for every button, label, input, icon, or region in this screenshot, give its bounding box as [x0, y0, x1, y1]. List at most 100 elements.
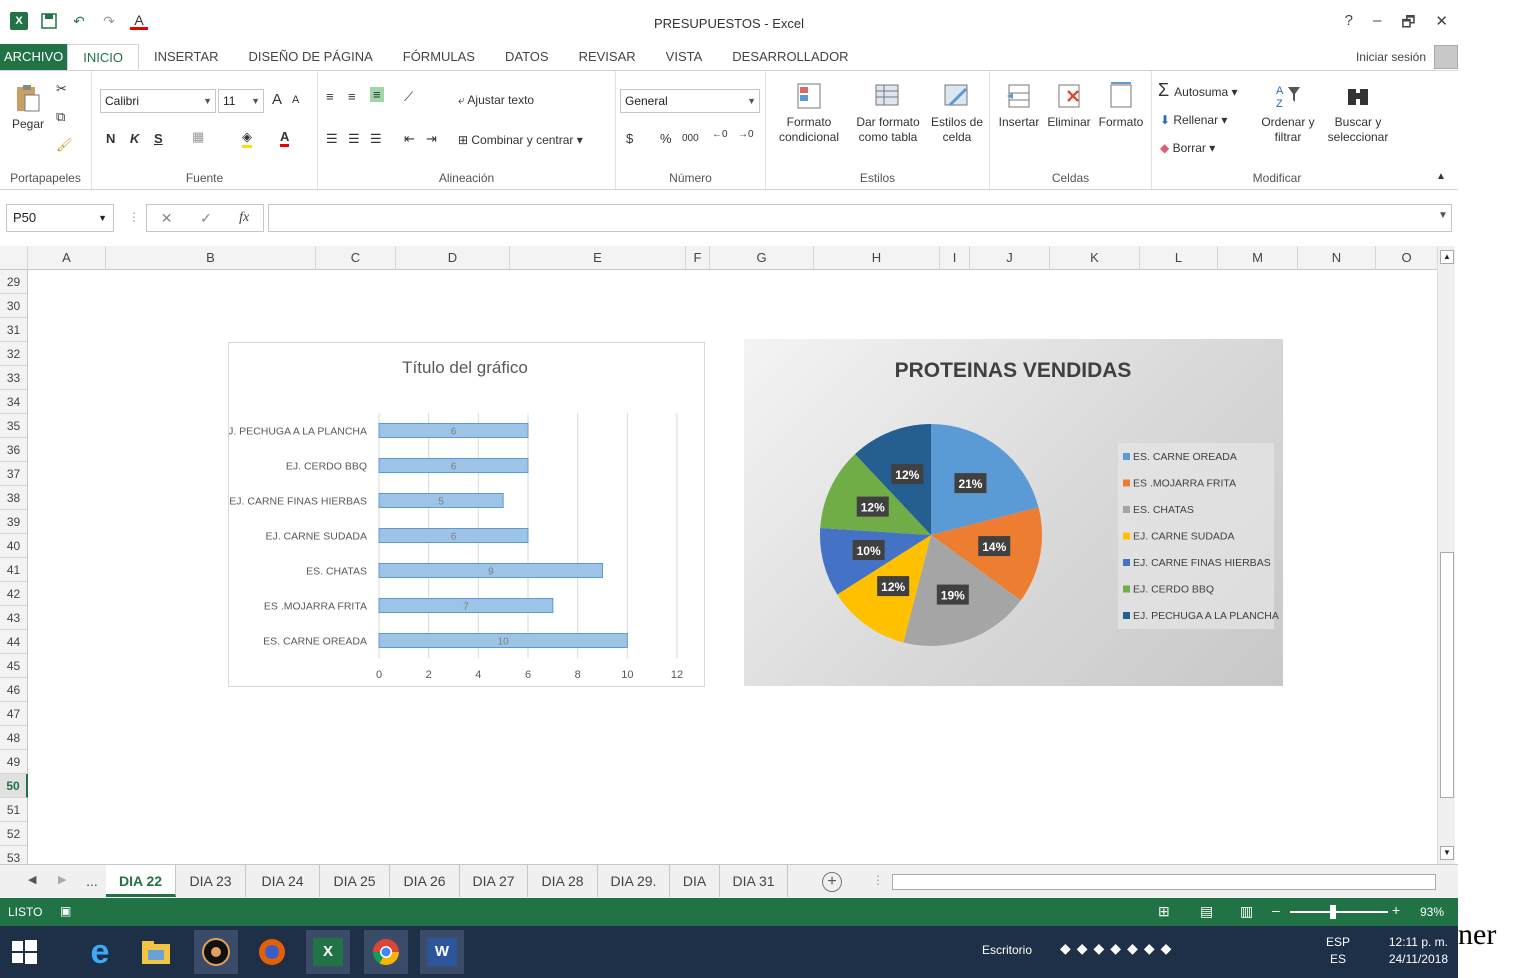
tab-archivo[interactable]: ARCHIVO [0, 44, 68, 70]
fill-button[interactable]: ⬇ Rellenar ▾ [1160, 113, 1227, 128]
clock[interactable]: 12:11 p. m. 24/11/2018 [1389, 934, 1448, 968]
column-header[interactable]: E [510, 246, 686, 270]
collapse-ribbon-icon[interactable]: ▲ [1436, 171, 1446, 182]
macro-record-icon[interactable]: ▣ [60, 904, 71, 918]
tab-formulas[interactable]: FÓRMULAS [388, 44, 490, 70]
sign-in[interactable]: Iniciar sesión [1356, 44, 1458, 70]
clear-button[interactable]: ◆ Borrar ▾ [1160, 141, 1215, 156]
tab-revisar[interactable]: REVISAR [564, 44, 651, 70]
increase-decimal-icon[interactable]: ←0 [712, 129, 728, 140]
page-layout-view-icon[interactable]: ▤ [1200, 903, 1213, 920]
font-color-icon[interactable]: A [280, 129, 290, 147]
row-header[interactable]: 50 [0, 774, 28, 798]
row-header[interactable]: 48 [0, 726, 28, 750]
windows-start-icon[interactable] [2, 930, 46, 974]
copy-icon[interactable]: ⧉ [56, 109, 65, 125]
zoom-in-icon[interactable]: + [1392, 902, 1400, 918]
select-all-corner[interactable] [0, 246, 28, 270]
tab-insertar[interactable]: INSERTAR [139, 44, 234, 70]
column-header[interactable]: A [28, 246, 106, 270]
close-button[interactable]: ✕ [1435, 12, 1448, 37]
sign-in-label[interactable]: Iniciar sesión [1356, 50, 1426, 64]
cut-icon[interactable]: ✂ [56, 81, 67, 97]
row-header[interactable]: 37 [0, 462, 28, 486]
row-header[interactable]: 40 [0, 534, 28, 558]
thousands-button[interactable]: 000 [682, 133, 699, 144]
row-header[interactable]: 44 [0, 630, 28, 654]
row-header[interactable]: 36 [0, 438, 28, 462]
restore-button[interactable]: 🗗 [1401, 12, 1415, 37]
sheet-tab[interactable]: DIA 24 [246, 865, 320, 897]
formula-bar-handle-icon[interactable]: ⋮ [128, 210, 140, 224]
tab-vista[interactable]: VISTA [651, 44, 718, 70]
autosum-button[interactable]: Σ Autosuma ▾ [1158, 81, 1238, 100]
underline-button[interactable]: S [154, 131, 163, 146]
speaker-app-icon[interactable] [194, 930, 238, 974]
row-header[interactable]: 47 [0, 702, 28, 726]
sheet-tab[interactable]: DIA 31 [720, 865, 788, 897]
column-header[interactable]: G [710, 246, 814, 270]
row-header[interactable]: 38 [0, 486, 28, 510]
zoom-level[interactable]: 93% [1420, 905, 1444, 919]
column-header[interactable]: N [1298, 246, 1376, 270]
column-header[interactable]: D [396, 246, 510, 270]
minimize-button[interactable]: – [1373, 12, 1381, 37]
language-indicator[interactable]: ESP ES [1326, 934, 1350, 968]
vertical-scrollbar[interactable]: ▲ ▼ [1437, 246, 1455, 864]
row-header[interactable]: 51 [0, 798, 28, 822]
tab-diseno-de-pagina[interactable]: DISEÑO DE PÁGINA [234, 44, 388, 70]
row-header[interactable]: 30 [0, 294, 28, 318]
row-header[interactable]: 52 [0, 822, 28, 846]
help-icon[interactable]: ? [1345, 12, 1353, 37]
paste-button[interactable]: Pegar [6, 83, 50, 132]
page-break-view-icon[interactable]: ▥ [1240, 903, 1253, 920]
column-header[interactable]: H [814, 246, 940, 270]
tab-inicio[interactable]: INICIO [67, 44, 139, 70]
row-header[interactable]: 39 [0, 510, 28, 534]
format-cells-button[interactable]: Formato [1094, 81, 1148, 130]
cell-styles-button[interactable]: Estilos de celda [926, 81, 988, 145]
tab-splitter-icon[interactable]: ⋮ [872, 873, 884, 887]
font-name-combo[interactable]: Calibri ▼ [100, 89, 216, 113]
add-sheet-icon[interactable]: + [822, 872, 842, 892]
column-header[interactable]: O [1376, 246, 1438, 270]
sheet-tab[interactable]: DIA 27 [460, 865, 528, 897]
row-header[interactable]: 46 [0, 678, 28, 702]
column-header[interactable]: K [1050, 246, 1140, 270]
system-tray-icons[interactable]: ◆◆◆◆◆◆◆ [1060, 940, 1177, 957]
sheet-tab[interactable]: DIA 25 [320, 865, 390, 897]
sheet-tab[interactable]: DIA [670, 865, 720, 897]
align-left-icon[interactable]: ☰ [326, 131, 338, 147]
column-header[interactable]: B [106, 246, 316, 270]
avatar[interactable] [1434, 45, 1458, 69]
zoom-thumb[interactable] [1330, 905, 1336, 919]
column-header[interactable]: J [970, 246, 1050, 270]
row-header[interactable]: 42 [0, 582, 28, 606]
normal-view-icon[interactable]: ⊞ [1158, 903, 1170, 920]
zoom-slider[interactable] [1290, 911, 1388, 913]
align-bottom-icon[interactable]: ≡ [370, 87, 384, 102]
confirm-entry-icon[interactable]: ✓ [200, 210, 212, 227]
expand-formula-icon[interactable]: ▼ [1438, 210, 1448, 221]
desktop-toolbar-label[interactable]: Escritorio [982, 943, 1032, 957]
row-header[interactable]: 34 [0, 390, 28, 414]
align-right-icon[interactable]: ☰ [370, 131, 382, 147]
scroll-thumb[interactable] [1440, 552, 1454, 798]
sheet-tab[interactable]: DIA 22 [106, 865, 176, 897]
grow-font-button[interactable]: A [272, 91, 282, 108]
shrink-font-button[interactable]: A [292, 94, 299, 106]
insert-cells-button[interactable]: Insertar [994, 81, 1044, 130]
number-format-combo[interactable]: General ▼ [620, 89, 760, 113]
format-painter-icon[interactable]: 🖌 [56, 137, 73, 153]
sheet-tab[interactable]: DIA 29. [598, 865, 670, 897]
row-header[interactable]: 35 [0, 414, 28, 438]
zoom-out-icon[interactable]: – [1272, 902, 1280, 918]
format-as-table-button[interactable]: Dar formato como tabla [850, 81, 926, 145]
column-header[interactable]: I [940, 246, 970, 270]
increase-indent-icon[interactable]: ⇥ [426, 131, 437, 147]
wrap-text-button[interactable]: ⤶ Ajustar texto [458, 93, 534, 108]
cancel-entry-icon[interactable]: ✕ [161, 210, 173, 227]
row-header[interactable]: 45 [0, 654, 28, 678]
find-select-button[interactable]: Buscar y seleccionar [1320, 81, 1396, 145]
row-header[interactable]: 49 [0, 750, 28, 774]
